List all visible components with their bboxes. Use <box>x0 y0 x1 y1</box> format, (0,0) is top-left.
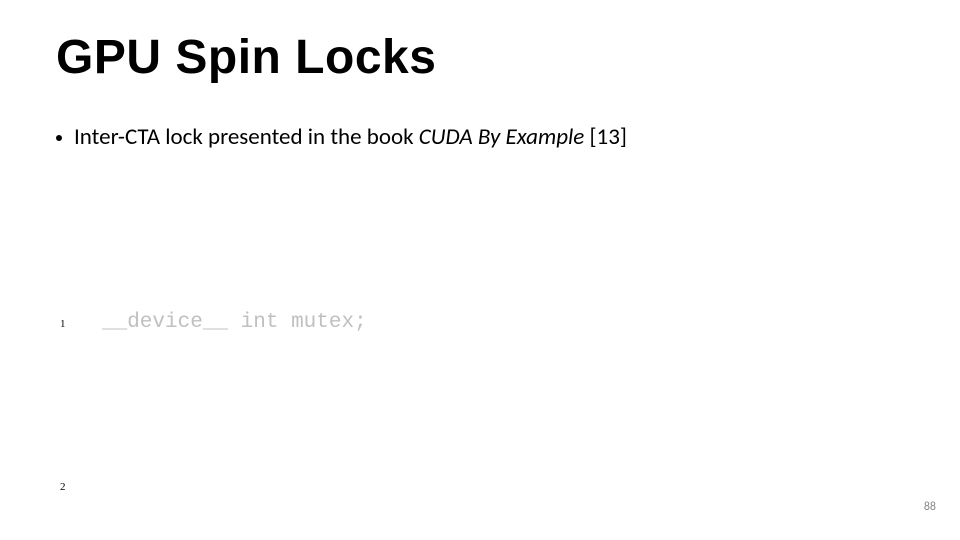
bullet-dot-icon <box>56 135 62 141</box>
code-text: __device__ int mutex; <box>90 307 904 340</box>
code-text <box>90 470 904 503</box>
code-block: 1 __device__ int mutex; 2 3 __device__ v… <box>56 177 904 540</box>
bullet-suffix: [13] <box>584 123 627 151</box>
line-number: 2 <box>56 472 90 496</box>
slide-title: GPU Spin Locks <box>56 30 904 85</box>
line-number: 1 <box>56 309 90 333</box>
book-title: CUDA By Example <box>419 123 585 151</box>
bullet-prefix: Inter-CTA lock presented in the book <box>74 123 419 151</box>
slide: GPU Spin Locks Inter-CTA lock presented … <box>0 0 960 540</box>
page-number: 88 <box>924 500 936 514</box>
bullet-text: Inter-CTA lock presented in the book CUD… <box>74 123 627 151</box>
code-line: 2 <box>56 470 904 503</box>
code-line: 1 __device__ int mutex; <box>56 307 904 340</box>
bullet-item: Inter-CTA lock presented in the book CUD… <box>56 123 904 151</box>
